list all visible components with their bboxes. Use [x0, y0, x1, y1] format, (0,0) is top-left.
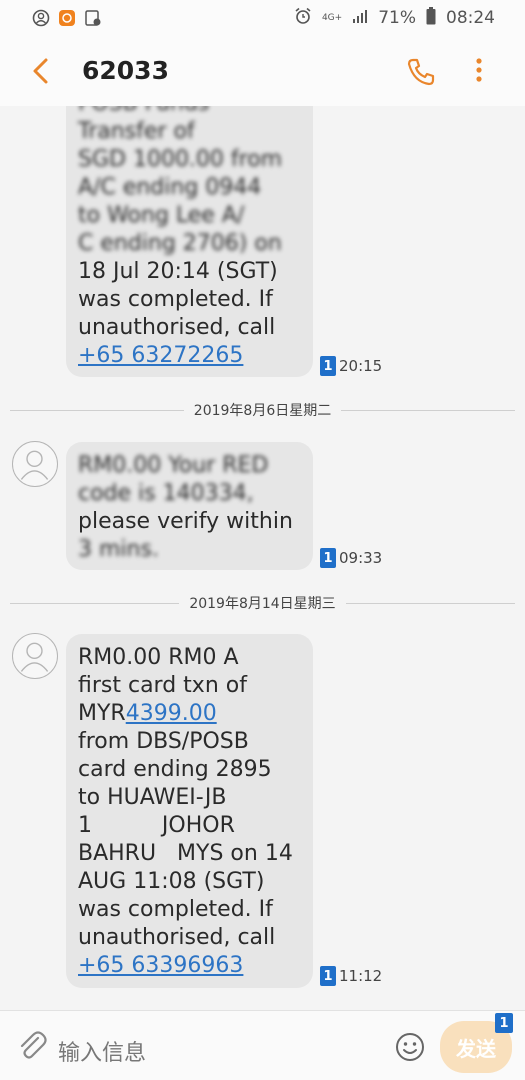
sim-badge: 1 — [495, 1013, 513, 1033]
back-button[interactable] — [26, 54, 56, 88]
message-line: code is 140334, — [78, 481, 254, 506]
message-line: was completed. If — [78, 287, 273, 312]
paperclip-icon — [20, 1031, 47, 1059]
message-line: first card txn of — [78, 673, 247, 698]
emoji-button[interactable] — [394, 1031, 426, 1063]
app-bar: 62033 — [0, 36, 525, 106]
signal-icon — [352, 8, 368, 28]
avatar[interactable] — [12, 441, 58, 487]
message-amount-line: MYR4399.00 — [78, 700, 299, 728]
message-line: Transfer of — [78, 119, 195, 144]
person-icon — [20, 642, 49, 672]
message-line: please verify within — [78, 509, 293, 534]
screen-record-icon — [84, 9, 102, 27]
more-vertical-icon — [476, 58, 482, 82]
message-line: RM0.00 RM0 A — [78, 645, 239, 670]
message-line: C ending 2706) on — [78, 231, 282, 256]
message-time: 11:12 — [339, 967, 383, 985]
message-thread[interactable]: POSB Funds Transfer of SGD 1000.00 from … — [0, 106, 525, 1006]
message-line: to HUAWEI-JB — [78, 785, 227, 810]
message-line: card ending 2895 — [78, 757, 272, 782]
sim-badge: 1 — [320, 548, 336, 568]
chevron-left-icon — [33, 58, 48, 84]
amount-link[interactable]: 4399.00 — [126, 701, 217, 726]
sim-badge: 1 — [320, 966, 336, 986]
phone-link[interactable]: +65 63272265 — [78, 342, 299, 370]
message-bubble[interactable]: POSB Funds Transfer of SGD 1000.00 from … — [66, 106, 313, 377]
notification-app-icon — [58, 9, 76, 27]
message-line: SGD 1000.00 from — [78, 147, 283, 172]
battery-icon — [426, 6, 436, 30]
message-meta: 1 09:33 — [320, 548, 382, 568]
date-divider: 2019年8月6日星期二 — [10, 400, 515, 420]
date-label: 2019年8月14日星期三 — [189, 596, 336, 612]
network-type: 4G+ — [321, 12, 343, 23]
message-bubble[interactable]: RM0.00 Your RED code is 140334, please v… — [66, 442, 313, 570]
message-line: unauthorised, call — [78, 315, 276, 340]
phone-icon — [407, 58, 435, 86]
message-bubble[interactable]: RM0.00 RM0 A first card txn of MYR4399.0… — [66, 634, 313, 988]
message-line: was completed. If — [78, 897, 273, 922]
message-line: BAHRU MYS on 14 — [78, 841, 293, 866]
message-line: 18 Jul 20:14 (SGT) — [78, 259, 278, 284]
message-line: AUG 11:08 (SGT) — [78, 869, 265, 894]
message-meta: 1 20:15 — [320, 356, 382, 376]
attach-button[interactable] — [16, 1029, 48, 1063]
smiley-icon — [396, 1033, 424, 1061]
date-label: 2019年8月6日星期二 — [193, 403, 332, 419]
message-line: from DBS/POSB — [78, 729, 249, 754]
person-icon — [20, 450, 49, 480]
message-line: POSB Funds — [78, 106, 299, 118]
account-circle-icon — [32, 9, 50, 27]
status-bar: 4G+ 71% 08:24 — [0, 0, 525, 36]
sim-badge: 1 — [320, 356, 336, 376]
message-time: 20:15 — [339, 357, 383, 375]
message-time: 09:33 — [339, 549, 383, 567]
message-line: MYR — [78, 701, 126, 726]
call-button[interactable] — [404, 55, 438, 89]
date-divider: 2019年8月14日星期三 — [10, 593, 515, 613]
message-meta: 1 11:12 — [320, 966, 382, 986]
message-line: A/C ending 0944 — [78, 175, 262, 200]
alarm-icon — [294, 7, 312, 30]
phone-link[interactable]: +65 63396963 — [78, 952, 299, 980]
message-line: unauthorised, call — [78, 925, 276, 950]
more-options-button[interactable] — [466, 55, 492, 89]
message-line: 3 mins. — [78, 537, 159, 562]
message-input[interactable]: 输入信息 — [58, 1035, 146, 1067]
conversation-title: 62033 — [82, 56, 169, 85]
avatar[interactable] — [12, 633, 58, 679]
message-line: to Wong Lee A/ — [78, 203, 245, 228]
message-line: RM0.00 Your RED — [78, 453, 269, 478]
clock: 08:24 — [446, 8, 495, 28]
battery-percent: 71% — [378, 8, 416, 28]
composer-bar: 输入信息 发送 1 — [0, 1010, 525, 1080]
message-line: 1 JOHOR — [78, 813, 235, 838]
